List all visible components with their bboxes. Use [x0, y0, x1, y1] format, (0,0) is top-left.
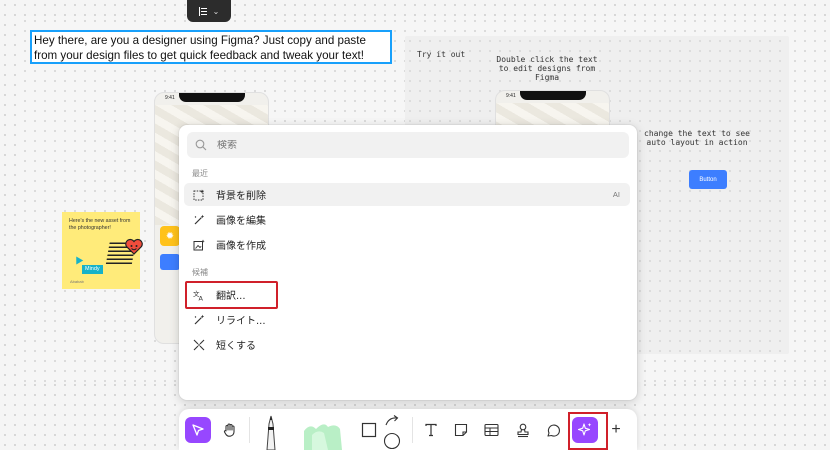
- menu-item-label: 画像を編集: [216, 216, 266, 227]
- toolbar-divider: [412, 417, 413, 443]
- remove-background-icon: [193, 189, 204, 200]
- hand-tool-button[interactable]: [217, 417, 243, 443]
- more-tools-button[interactable]: +: [606, 417, 626, 443]
- actions-menu: 最近 背景を削除 AI 画像を編集 画像を作成 候補 文A 翻訳... リライト…: [179, 125, 637, 400]
- pen-tool-button[interactable]: [259, 415, 283, 450]
- menu-item-create-image[interactable]: 画像を作成: [184, 233, 630, 256]
- highlight-box-translate: [185, 281, 278, 309]
- sticky-note-icon: [454, 423, 468, 437]
- change-text-note: change the text to see auto layout in ac…: [644, 129, 750, 147]
- double-click-note: Double click the text to edit designs fr…: [496, 55, 598, 82]
- comment-tool-button[interactable]: [541, 417, 565, 443]
- selected-text-box[interactable]: Hey there, are you a designer using Figm…: [30, 30, 392, 64]
- shorten-icon: [193, 339, 205, 350]
- move-tool-button[interactable]: [185, 417, 211, 443]
- text-tool-button[interactable]: [419, 417, 443, 443]
- menu-item-shorten[interactable]: 短くする: [184, 333, 630, 356]
- menu-item-remove-background[interactable]: 背景を削除 AI: [184, 183, 630, 206]
- recent-section-label: 最近: [192, 169, 208, 178]
- cursor-icon: [72, 254, 84, 265]
- pen-icon: [266, 415, 276, 450]
- phone-time: 9:41: [506, 93, 516, 99]
- text-align-button[interactable]: ⌄: [187, 0, 231, 22]
- toolbar-divider: [249, 417, 250, 443]
- search-input[interactable]: [217, 139, 597, 151]
- suggestions-section-label: 候補: [192, 268, 208, 277]
- blue-chip: [160, 254, 180, 270]
- chevron-down-icon: ⌄: [212, 6, 220, 16]
- phone-notch: [179, 93, 245, 102]
- menu-item-label: 短くする: [216, 341, 256, 352]
- phone-notch: [520, 91, 586, 100]
- menu-item-rewrite[interactable]: リライト...: [184, 308, 630, 331]
- table-icon: [483, 423, 499, 437]
- menu-item-label: 画像を作成: [216, 241, 266, 252]
- table-tool-button[interactable]: [479, 417, 503, 443]
- marker-tool-button[interactable]: [297, 415, 349, 450]
- stamp-tool-button[interactable]: [511, 417, 535, 443]
- menu-item-label: 背景を削除: [216, 191, 266, 202]
- user-tag: Mindy: [82, 265, 103, 274]
- try-it-out-note: Try it out: [417, 50, 466, 59]
- demo-button[interactable]: Button: [689, 170, 727, 189]
- menu-item-label: リライト...: [216, 316, 266, 327]
- phone-time: 9:41: [165, 95, 175, 101]
- rewrite-icon: [194, 314, 205, 324]
- stamp-icon: [517, 423, 529, 437]
- edit-image-icon: [194, 214, 205, 224]
- text-icon: [425, 423, 437, 437]
- connector-arrow-icon: [383, 415, 401, 450]
- connector-tool-button[interactable]: [380, 413, 404, 450]
- search-icon: [195, 139, 207, 151]
- cursor-arrow-icon: [192, 424, 204, 436]
- sticky-note-text: Here's the new asset from the photograph…: [69, 218, 131, 231]
- align-left-icon: [198, 6, 208, 16]
- shape-tool-button[interactable]: [359, 417, 379, 443]
- menu-search-bar[interactable]: [187, 132, 629, 158]
- marker-icon: [304, 424, 342, 450]
- sticky-tool-button[interactable]: [449, 417, 473, 443]
- menu-item-edit-image[interactable]: 画像を編集: [184, 208, 630, 231]
- sticky-small-text: Ababab: [70, 279, 84, 284]
- highlight-box-ai-tool: [568, 412, 608, 450]
- heart-sticker-icon: [124, 237, 144, 257]
- square-icon: [361, 422, 377, 438]
- sun-chip-icon: ✹: [160, 226, 180, 246]
- ai-badge: AI: [612, 190, 620, 199]
- comment-icon: [546, 424, 560, 437]
- hand-icon: [223, 423, 235, 437]
- create-image-icon: [193, 239, 205, 250]
